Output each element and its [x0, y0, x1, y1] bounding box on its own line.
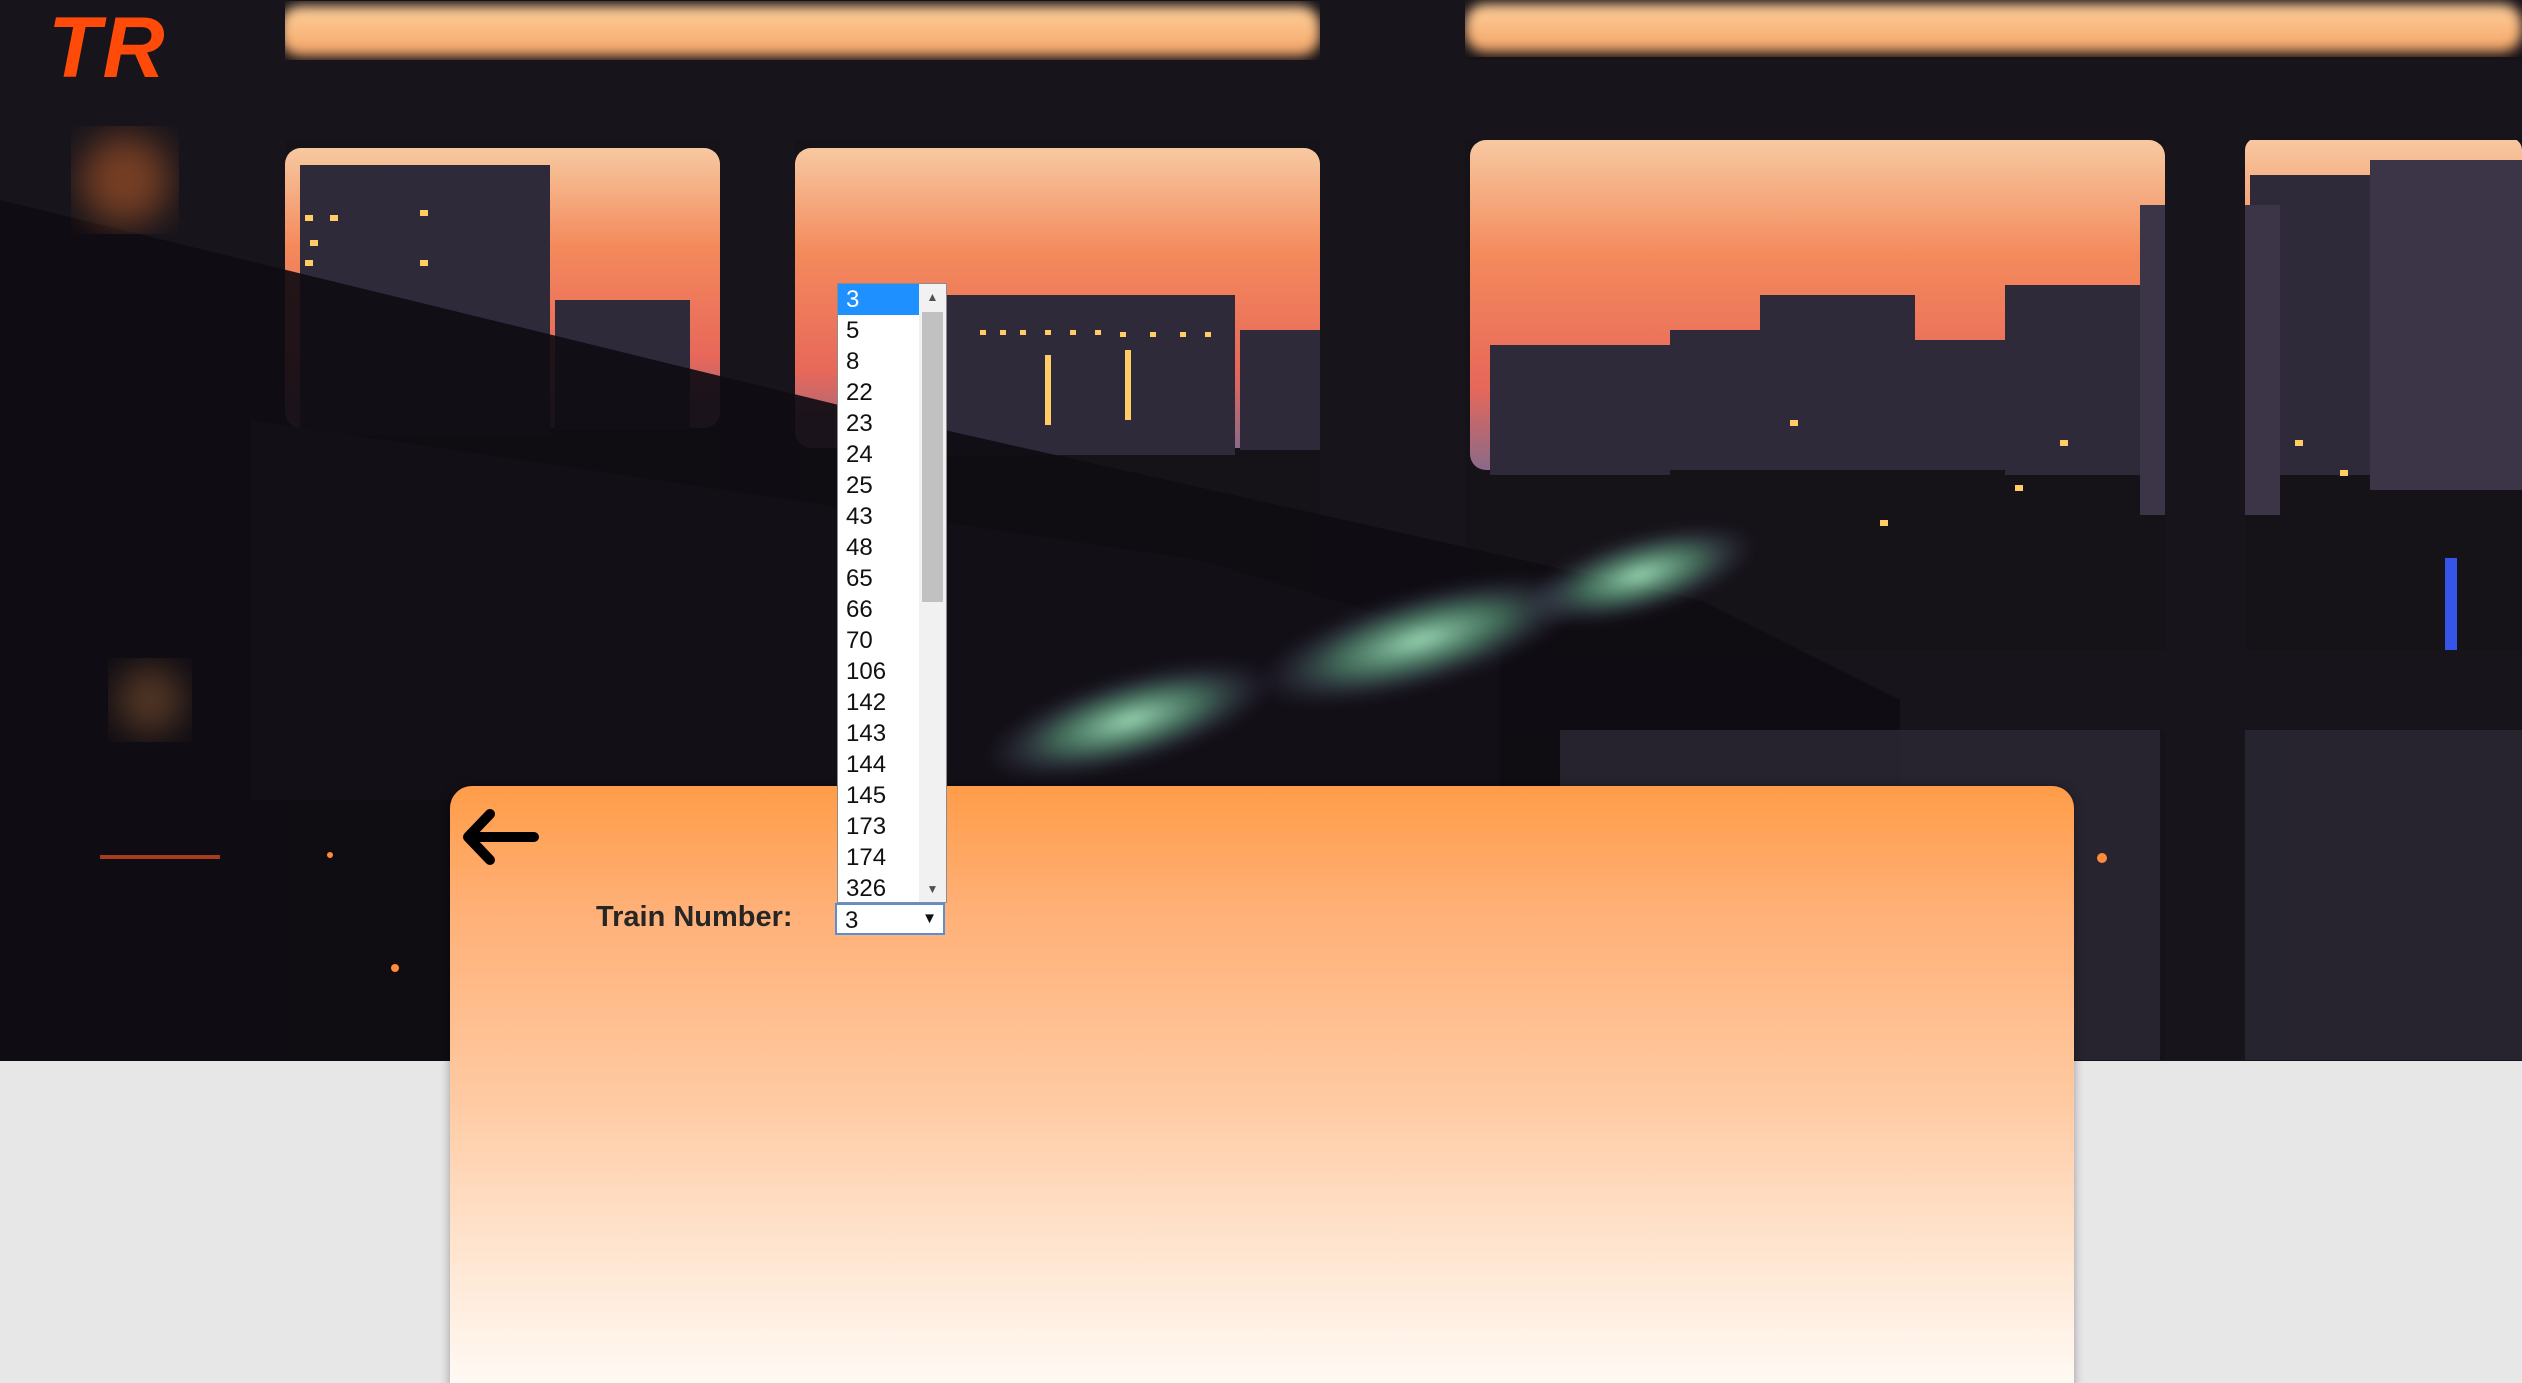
- train-number-selected-value: 3: [845, 907, 859, 934]
- train-number-option[interactable]: 25: [838, 470, 919, 501]
- arrow-left-icon[interactable]: [460, 806, 540, 868]
- train-number-option[interactable]: 70: [838, 625, 919, 656]
- scroll-down-icon[interactable]: ▼: [919, 876, 946, 902]
- logo[interactable]: TR: [48, 0, 167, 96]
- train-number-option[interactable]: 22: [838, 377, 919, 408]
- train-number-dropdown[interactable]: 3 5 8 22 23 24 25 43 48 65 66 70 106 142 143 144 145 173 1…: [837, 283, 947, 903]
- train-number-option[interactable]: 145: [838, 780, 919, 811]
- train-number-option[interactable]: 144: [838, 749, 919, 780]
- train-number-option[interactable]: 5: [838, 315, 919, 346]
- train-number-option[interactable]: 106: [838, 656, 919, 687]
- train-number-option[interactable]: 174: [838, 842, 919, 873]
- train-form-card: Train Number:: [450, 786, 2074, 1383]
- train-number-option[interactable]: 173: [838, 811, 919, 842]
- train-number-option[interactable]: 24: [838, 439, 919, 470]
- dropdown-scrollbar[interactable]: ▲ ▼: [919, 284, 946, 902]
- train-number-option[interactable]: 48: [838, 532, 919, 563]
- train-number-select[interactable]: 3 ▼: [835, 903, 945, 935]
- train-number-options: 3 5 8 22 23 24 25 43 48 65 66 70 106 142 143 144 145 173 1…: [838, 284, 919, 902]
- train-number-option[interactable]: 65: [838, 563, 919, 594]
- train-number-option[interactable]: 143: [838, 718, 919, 749]
- train-number-label: Train Number:: [596, 901, 793, 933]
- chevron-down-icon: ▼: [922, 910, 937, 927]
- train-number-option[interactable]: 8: [838, 346, 919, 377]
- train-number-option[interactable]: 23: [838, 408, 919, 439]
- train-number-option[interactable]: 142: [838, 687, 919, 718]
- scroll-up-icon[interactable]: ▲: [919, 284, 946, 310]
- scrollbar-thumb[interactable]: [922, 312, 943, 602]
- train-number-option[interactable]: 3: [838, 284, 919, 315]
- page: TR Train Number: 3 ▼ 3 5 8 22 23 24 25 43 48 65 66…: [0, 0, 2522, 1383]
- train-number-option[interactable]: 43: [838, 501, 919, 532]
- train-number-option[interactable]: 326: [838, 873, 919, 902]
- train-number-option[interactable]: 66: [838, 594, 919, 625]
